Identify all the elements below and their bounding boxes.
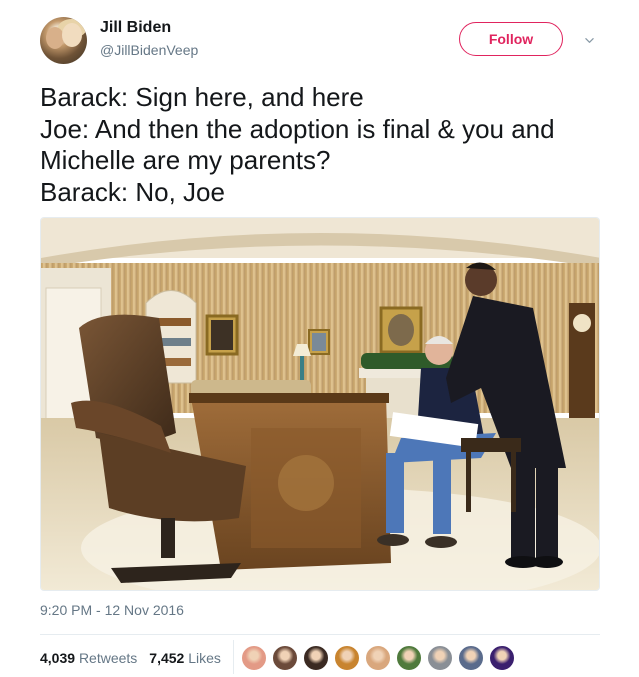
tweet-photo[interactable] <box>40 217 600 591</box>
retweets-label: Retweets <box>78 650 138 666</box>
tweet-line: Barack: Sign here, and here <box>40 82 364 112</box>
likes-label: Likes <box>188 650 221 666</box>
liker-avatar[interactable] <box>458 645 484 671</box>
chevron-down-icon[interactable] <box>585 36 594 45</box>
oval-office-photo <box>41 218 599 590</box>
liker-avatar[interactable] <box>241 645 267 671</box>
liker-avatars <box>241 645 520 671</box>
tweet-timestamp[interactable]: 9:20 PM - 12 Nov 2016 <box>40 602 184 618</box>
liker-avatar[interactable] <box>489 645 515 671</box>
likes-stat[interactable]: 7,452 Likes <box>149 650 221 666</box>
author-name[interactable]: Jill Biden <box>100 19 171 37</box>
liker-avatar[interactable] <box>272 645 298 671</box>
tweet-stats: 4,039 Retweets 7,452 Likes <box>40 650 221 666</box>
tweet-text: Barack: Sign here, and here Joe: And the… <box>40 82 610 208</box>
tweet-line: Barack: No, Joe <box>40 176 225 207</box>
liker-avatar[interactable] <box>303 645 329 671</box>
retweets-count: 4,039 <box>40 650 76 666</box>
stats-divider <box>233 640 234 674</box>
liker-avatar[interactable] <box>427 645 453 671</box>
liker-avatar[interactable] <box>396 645 422 671</box>
retweets-stat[interactable]: 4,039 Retweets <box>40 650 137 666</box>
follow-button[interactable]: Follow <box>459 22 563 56</box>
tweet-line: Joe: And then the adoption is final & yo… <box>40 113 555 144</box>
tweet-line: Michelle are my parents? <box>40 145 331 175</box>
liker-avatar[interactable] <box>334 645 360 671</box>
avatar[interactable] <box>40 17 87 64</box>
author-handle[interactable]: @JillBidenVeep <box>100 42 198 58</box>
likes-count: 7,452 <box>149 650 185 666</box>
liker-avatar[interactable] <box>365 645 391 671</box>
divider <box>40 634 600 635</box>
tweet-card: Jill Biden @JillBidenVeep Follow Barack:… <box>0 0 639 677</box>
